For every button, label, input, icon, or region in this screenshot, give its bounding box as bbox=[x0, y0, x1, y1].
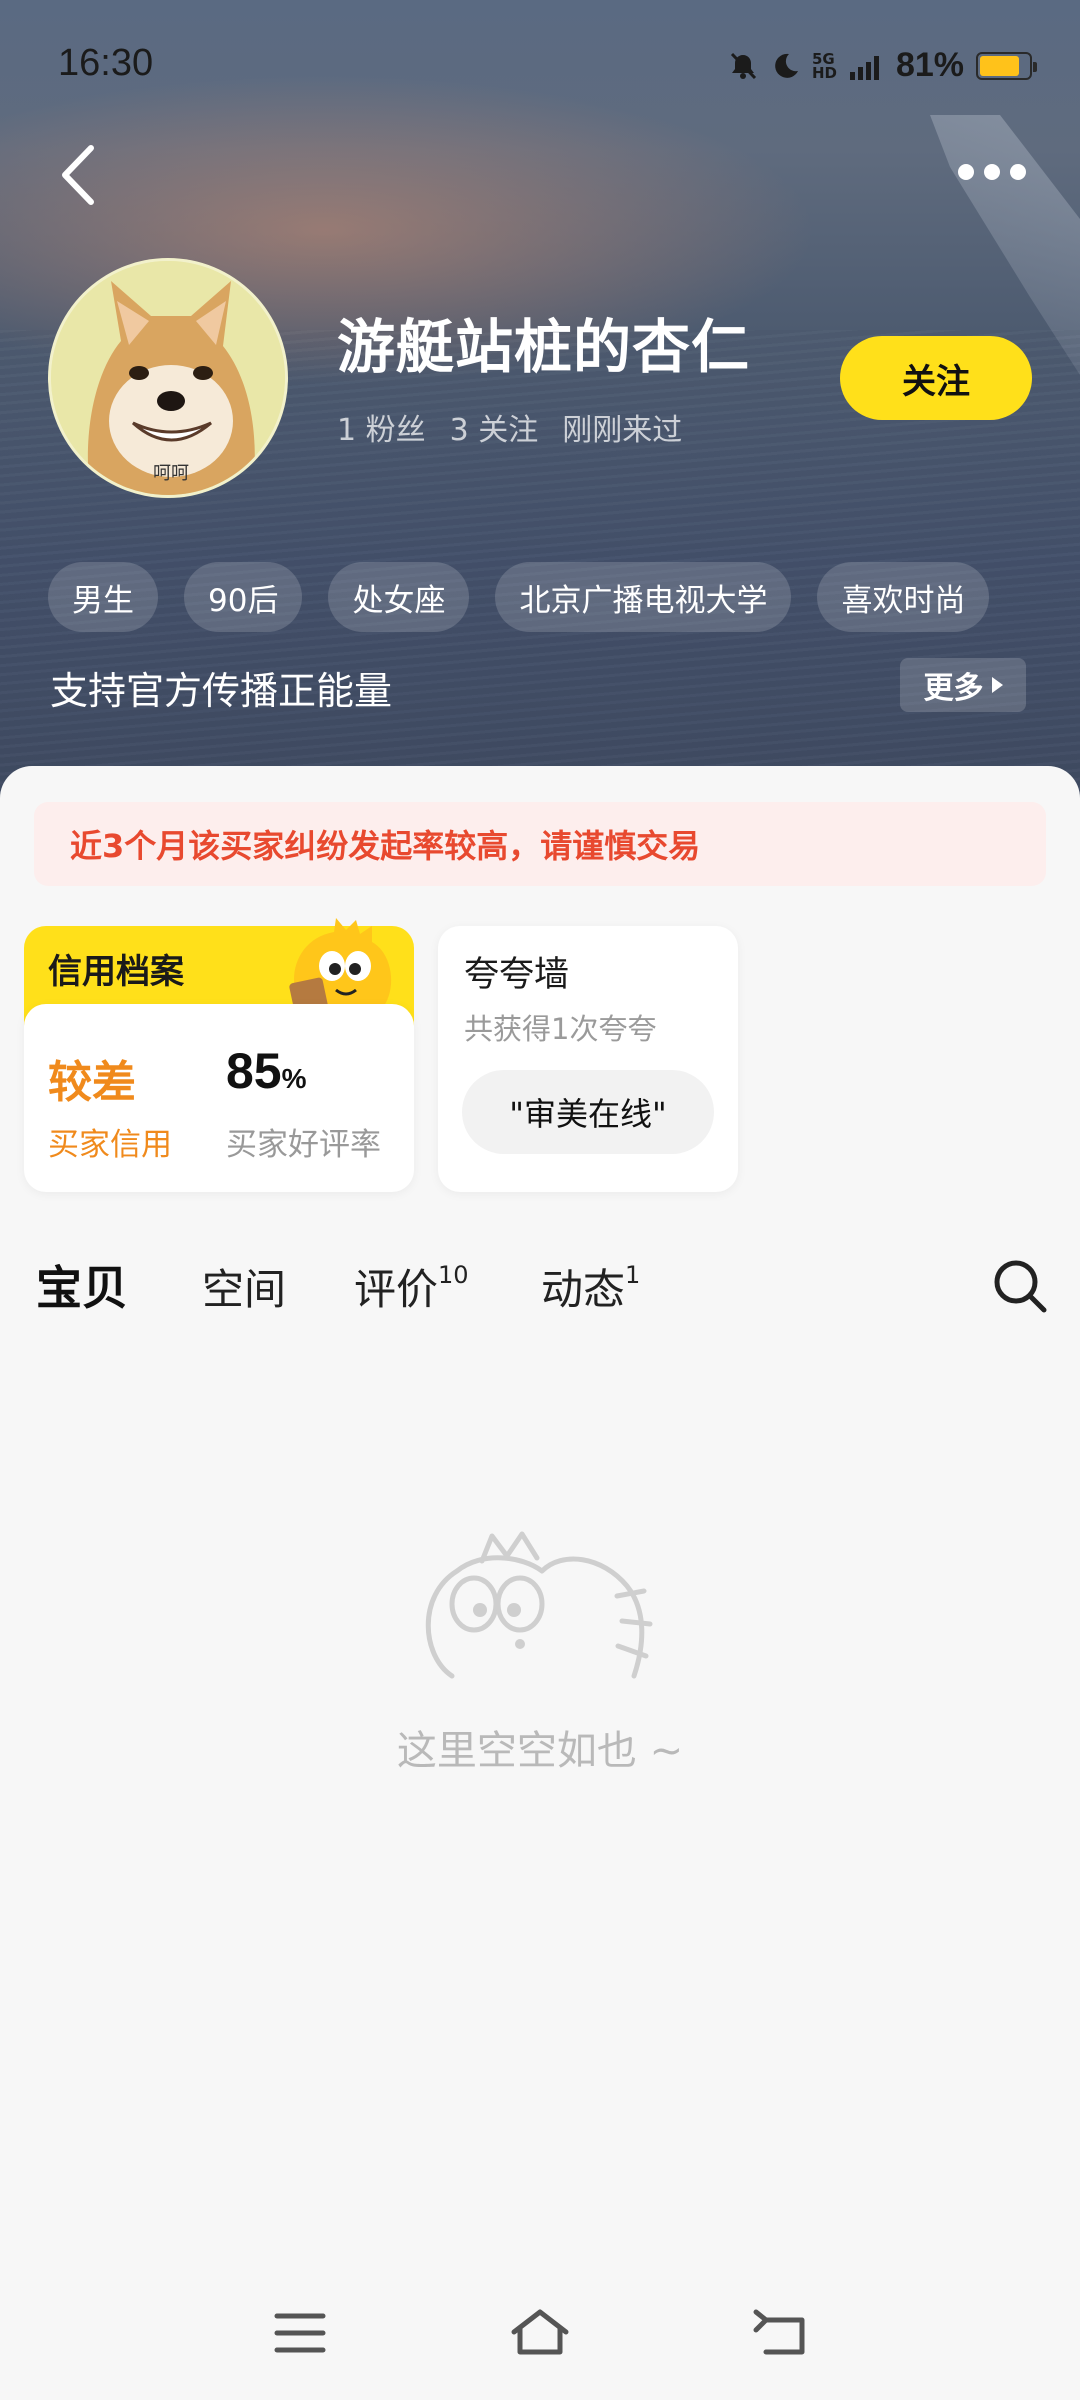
following-count[interactable]: 3 关注 bbox=[450, 405, 539, 449]
network-indicator: 5G HD bbox=[811, 49, 884, 82]
menu-icon[interactable] bbox=[273, 2310, 327, 2356]
search-icon[interactable] bbox=[990, 1256, 1050, 1316]
status-bar: 16:30 5G HD 81% bbox=[0, 0, 1080, 130]
tag-gender: 男生 bbox=[48, 562, 158, 632]
tab-items[interactable]: 宝贝 bbox=[36, 1252, 136, 1318]
profile-tags: 男生 90后 处女座 北京广播电视大学 喜欢时尚 bbox=[48, 562, 990, 632]
tab-space-label: 空间 bbox=[202, 1265, 287, 1314]
status-icons: 5G HD 81% bbox=[728, 46, 1037, 85]
buyer-credit-value: 较差 bbox=[48, 1057, 136, 1108]
positive-rate-unit: % bbox=[281, 1063, 307, 1094]
dot bbox=[958, 164, 974, 180]
tab-items-label: 宝贝 bbox=[36, 1261, 128, 1315]
avatar[interactable]: 呵呵 bbox=[48, 258, 288, 498]
last-seen: 刚刚来过 bbox=[562, 413, 683, 448]
signal-icon bbox=[849, 55, 879, 80]
network-type-label: 5G HD bbox=[811, 49, 837, 82]
home-icon[interactable] bbox=[508, 2306, 572, 2358]
battery-level-fill bbox=[980, 55, 1019, 76]
empty-mascot-icon bbox=[425, 1531, 653, 1679]
empty-state-text: 这里空空如也 ~ bbox=[396, 1728, 684, 1774]
status-time: 16:30 bbox=[58, 42, 154, 84]
credit-record-card[interactable]: 信用档案 较差 买家信用 85% 买家好评率 bbox=[24, 918, 414, 1192]
more-dots-icon[interactable] bbox=[958, 160, 1028, 184]
tag-school: 北京广播电视大学 bbox=[495, 562, 792, 632]
positive-rate-value: 85% bbox=[226, 1042, 307, 1100]
tab-activity-badge: 1 bbox=[625, 1261, 641, 1289]
tab-space[interactable]: 空间 bbox=[202, 1256, 286, 1317]
buyer-credit-label: 买家信用 bbox=[48, 1127, 172, 1163]
more-button[interactable]: 更多 bbox=[900, 658, 1026, 712]
tab-reviews[interactable]: 评价10 bbox=[354, 1256, 469, 1317]
back-nav-icon[interactable] bbox=[752, 2306, 808, 2358]
more-label: 更多 bbox=[923, 671, 984, 706]
dot bbox=[1010, 164, 1026, 180]
caret-right-icon bbox=[991, 677, 1003, 693]
battery-percent: 81% bbox=[895, 46, 964, 84]
profile-bio: 支持官方传播正能量 bbox=[50, 669, 393, 713]
tag-generation: 90后 bbox=[184, 562, 303, 632]
username: 游艇站桩的杏仁 bbox=[337, 313, 751, 381]
tag-zodiac: 处女座 bbox=[328, 562, 470, 632]
tab-activity[interactable]: 动态1 bbox=[541, 1256, 640, 1317]
avatar-caption: 呵呵 bbox=[153, 463, 189, 484]
tab-reviews-label: 评价 bbox=[354, 1265, 439, 1314]
system-nav-bar bbox=[0, 2290, 1080, 2380]
moon-icon bbox=[775, 53, 798, 78]
credit-card-title: 信用档案 bbox=[48, 952, 184, 992]
praise-wall-subtitle: 共获得1次夸夸 bbox=[464, 1012, 657, 1046]
battery-icon bbox=[976, 51, 1037, 80]
tab-reviews-badge: 10 bbox=[438, 1261, 469, 1289]
tab-activity-label: 动态 bbox=[541, 1265, 626, 1314]
mute-bell-icon bbox=[730, 52, 757, 79]
dispute-warning-banner: 近3个月该买家纠纷发起率较高，请谨慎交易 bbox=[34, 802, 1046, 886]
credit-card-body: 较差 买家信用 85% 买家好评率 bbox=[24, 1004, 414, 1192]
praise-wall-title: 夸夸墙 bbox=[464, 955, 570, 995]
tag-interest: 喜欢时尚 bbox=[817, 562, 990, 632]
content-panel: 近3个月该买家纠纷发起率较高，请谨慎交易 信用档案 较差 买家信用 85% 买家… bbox=[0, 766, 1080, 2400]
positive-rate-number: 85 bbox=[226, 1043, 282, 1099]
praise-wall-card[interactable]: 夸夸墙 共获得1次夸夸 "审美在线" bbox=[438, 926, 738, 1192]
praise-chip: "审美在线" bbox=[462, 1070, 714, 1154]
chevron-left-icon[interactable] bbox=[55, 140, 105, 210]
profile-stats: 1 粉丝 3 关注 刚刚来过 bbox=[337, 405, 682, 449]
follow-button[interactable]: 关注 bbox=[840, 336, 1032, 420]
dot bbox=[984, 164, 1000, 180]
positive-rate-label: 买家好评率 bbox=[226, 1127, 381, 1163]
fans-count[interactable]: 1 粉丝 bbox=[337, 405, 426, 449]
